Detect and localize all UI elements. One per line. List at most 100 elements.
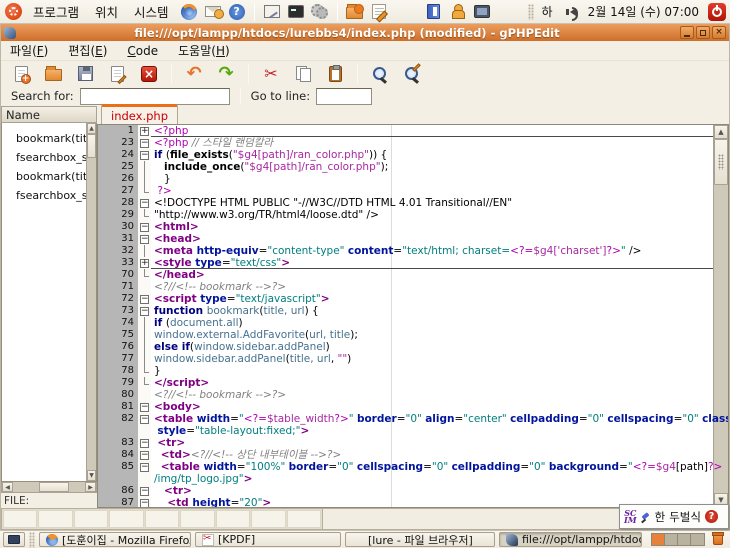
menubar-item-f[interactable]: 파일(F) — [10, 42, 48, 59]
code-line[interactable]: 31−<head> — [98, 233, 713, 245]
fold-marker[interactable]: − — [138, 437, 151, 449]
fold-marker[interactable]: − — [138, 197, 151, 209]
function-list[interactable]: ▲ ▼ bookmark(titlefsearchbox_subookmark(… — [1, 123, 97, 482]
taskbar-item[interactable]: [lure - 파일 브라우저] — [345, 532, 495, 547]
code-line[interactable]: style="table-layout:fixed;"> — [98, 425, 713, 437]
code-line[interactable]: 78} — [98, 365, 713, 377]
line-number[interactable]: 24 — [98, 149, 138, 161]
line-number[interactable]: 27 — [98, 185, 138, 197]
workspace-2[interactable] — [665, 534, 678, 545]
line-number[interactable]: 87 — [98, 497, 138, 508]
fold-marker[interactable]: − — [138, 413, 151, 425]
line-number[interactable]: 81 — [98, 401, 138, 413]
code-line[interactable]: 70</head> — [98, 269, 713, 281]
taskbar-item[interactable]: file:///opt/lampp/htdocs/lu... — [499, 532, 642, 547]
undo-button[interactable]: ↶ — [182, 63, 206, 85]
code-rows[interactable]: 1+<?php23−<?php // 스타일 랜덤칼라24−if (file_e… — [98, 125, 713, 507]
line-number[interactable]: 78 — [98, 365, 138, 377]
line-number[interactable]: 25 — [98, 161, 138, 173]
sidebar-horizontal-scrollbar[interactable]: ◀ ▶ — [1, 482, 97, 493]
sidebar-name-header[interactable]: Name — [1, 106, 97, 123]
find-button[interactable] — [368, 63, 392, 85]
scrollbar-thumb[interactable] — [714, 139, 728, 185]
code-line[interactable]: 83− <tr> — [98, 437, 713, 449]
pushpin-icon[interactable] — [641, 512, 651, 522]
scim-help-icon[interactable]: ? — [705, 510, 718, 523]
line-number[interactable]: 73 — [98, 305, 138, 317]
new-file-button[interactable]: + — [9, 63, 33, 85]
fold-marker[interactable]: + — [138, 125, 151, 137]
menubar-item-h[interactable]: 도움말(H) — [178, 42, 230, 59]
close-file-button[interactable]: × — [137, 63, 161, 85]
code-line[interactable]: 28−<!DOCTYPE HTML PUBLIC "-//W3C//DTD HT… — [98, 197, 713, 209]
workspace-3[interactable] — [678, 534, 691, 545]
line-number[interactable]: 76 — [98, 341, 138, 353]
line-number[interactable]: 1 — [98, 125, 138, 137]
folder-launcher-icon[interactable] — [346, 3, 364, 21]
line-number[interactable]: 80 — [98, 389, 138, 401]
line-number[interactable]: 31 — [98, 233, 138, 245]
code-line[interactable]: 81−<body> — [98, 401, 713, 413]
open-file-button[interactable] — [41, 63, 65, 85]
scroll-right-arrow[interactable]: ▶ — [85, 482, 96, 492]
line-number[interactable]: 29 — [98, 209, 138, 221]
code-line[interactable]: 32<meta http-equiv="content-type" conten… — [98, 245, 713, 257]
scrollbar-thumb[interactable] — [39, 482, 69, 492]
code-line[interactable]: 25 include_once("$g4[path]/ran_color.php… — [98, 161, 713, 173]
code-line[interactable]: 33+<style type="text/css"> — [98, 257, 713, 269]
code-line[interactable]: 80<?//<!-- bookmark -->?> — [98, 389, 713, 401]
ubuntu-menu-icon[interactable] — [4, 3, 22, 21]
save-button[interactable] — [73, 63, 97, 85]
code-line[interactable]: 24−if (file_exists("$g4[path]/ran_color.… — [98, 149, 713, 161]
maximize-button[interactable] — [696, 26, 710, 39]
line-number[interactable]: 84 — [98, 449, 138, 461]
fold-marker[interactable]: − — [138, 221, 151, 233]
line-number[interactable]: 82 — [98, 413, 138, 425]
line-number[interactable]: 75 — [98, 329, 138, 341]
line-number[interactable]: 77 — [98, 353, 138, 365]
fold-marker[interactable]: − — [138, 233, 151, 245]
scroll-down-arrow[interactable]: ▼ — [87, 470, 96, 481]
code-line[interactable]: 77window.sidebar.addPanel(title, url, ""… — [98, 353, 713, 365]
scroll-up-arrow[interactable]: ▲ — [87, 123, 96, 134]
line-number[interactable]: 83 — [98, 437, 138, 449]
menu-applications[interactable]: 프로그램 — [28, 0, 84, 23]
evolution-mail-icon[interactable] — [204, 3, 222, 21]
gears-icon[interactable] — [311, 3, 329, 21]
menu-places[interactable]: 위치 — [90, 0, 123, 23]
line-number[interactable]: 30 — [98, 221, 138, 233]
panel-drag-handle[interactable] — [528, 4, 534, 20]
trash-icon[interactable] — [709, 532, 727, 547]
search-input[interactable] — [80, 88, 230, 105]
line-number[interactable]: 32 — [98, 245, 138, 257]
minimize-button[interactable] — [680, 26, 694, 39]
scim-logo-icon[interactable]: SCIM — [624, 510, 637, 524]
ime-indicator[interactable]: 하 — [540, 3, 555, 20]
function-list-item[interactable]: bookmark(title — [2, 129, 96, 148]
keyboard-layout-indicator[interactable]: 두벌식 — [669, 509, 701, 525]
line-number[interactable]: 72 — [98, 293, 138, 305]
code-line[interactable]: 26 } — [98, 173, 713, 185]
fold-marker[interactable]: − — [138, 401, 151, 413]
function-list-item[interactable]: bookmark(title — [2, 167, 96, 186]
workspace-4[interactable] — [691, 534, 704, 545]
cut-button[interactable]: ✂ — [259, 63, 283, 85]
code-line[interactable]: 72−<script type="text/javascript"> — [98, 293, 713, 305]
fold-marker[interactable]: − — [138, 137, 151, 149]
close-button[interactable]: × — [712, 26, 726, 39]
logout-power-button[interactable] — [708, 3, 726, 21]
code-line[interactable]: 30−<html> — [98, 221, 713, 233]
line-number[interactable]: 74 — [98, 317, 138, 329]
fold-marker[interactable]: − — [138, 149, 151, 161]
code-line[interactable]: 71<?//<!-- bookmark -->?> — [98, 281, 713, 293]
function-list-item[interactable]: fsearchbox_su — [2, 186, 96, 205]
clock[interactable]: 2월 14일 (수) 07:00 — [585, 3, 702, 20]
code-line[interactable]: /img/tp_logo.jpg"> — [98, 473, 713, 485]
function-list-item[interactable]: fsearchbox_su — [2, 148, 96, 167]
code-line[interactable]: 76else if(window.sidebar.addPanel) — [98, 341, 713, 353]
line-number[interactable]: 23 — [98, 137, 138, 149]
volume-icon[interactable] — [561, 3, 579, 21]
copy-button[interactable] — [291, 63, 315, 85]
code-line[interactable]: 82−<table width="<?=$table_width?>" bord… — [98, 413, 713, 425]
fold-marker[interactable]: − — [138, 461, 151, 473]
